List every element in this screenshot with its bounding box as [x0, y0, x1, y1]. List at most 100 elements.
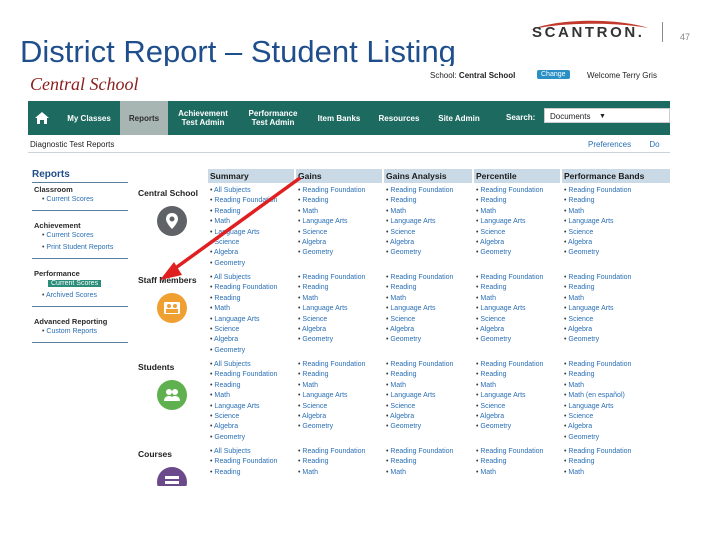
report-link[interactable]: • Science [210, 325, 294, 335]
report-link[interactable]: • Reading Foundation [386, 186, 472, 196]
report-link[interactable]: • Reading Foundation [476, 360, 560, 370]
report-link[interactable]: • Reading Foundation [298, 186, 382, 196]
report-link[interactable]: • Reading [298, 457, 382, 467]
report-link[interactable]: • Science [476, 228, 560, 238]
report-link[interactable]: • All Subjects [210, 186, 294, 196]
report-link[interactable]: • Reading [298, 196, 382, 206]
report-link[interactable]: • Algebra [210, 335, 294, 345]
report-link[interactable]: • Algebra [386, 412, 472, 422]
report-link[interactable]: • Language Arts [298, 304, 382, 314]
report-link[interactable]: • Reading [386, 457, 472, 467]
staff-icon[interactable] [157, 293, 187, 323]
report-link[interactable]: • Science [298, 315, 382, 325]
column-header[interactable]: Percentile [474, 169, 560, 183]
report-link[interactable]: • Language Arts [564, 217, 670, 227]
sidebar-link[interactable]: • Custom Reports [42, 328, 97, 335]
report-link[interactable]: • Reading [564, 196, 670, 206]
report-link[interactable]: • Language Arts [210, 228, 294, 238]
report-link[interactable]: • Geometry [298, 422, 382, 432]
report-link[interactable]: • Reading Foundation [564, 360, 670, 370]
column-header[interactable]: Performance Bands [562, 169, 670, 183]
report-link[interactable]: • Reading [476, 370, 560, 380]
report-link[interactable]: • Reading Foundation [298, 360, 382, 370]
nav-resources[interactable]: Resources [372, 101, 426, 135]
report-link[interactable]: • Math [476, 294, 560, 304]
report-link[interactable]: • Reading Foundation [476, 273, 560, 283]
sidebar-link[interactable]: Current Scores [48, 280, 102, 287]
home-icon[interactable] [28, 101, 56, 135]
report-link[interactable]: • Math [564, 468, 670, 478]
report-link[interactable]: • Math (en español) [564, 391, 670, 401]
column-header[interactable]: Summary [208, 169, 294, 183]
report-link[interactable]: • Algebra [386, 325, 472, 335]
report-link[interactable]: • Science [476, 315, 560, 325]
report-link[interactable]: • Math [210, 217, 294, 227]
report-link[interactable]: • Language Arts [210, 402, 294, 412]
report-link[interactable]: • Science [298, 402, 382, 412]
nav-reports[interactable]: Reports [120, 101, 168, 135]
report-link[interactable]: • Reading Foundation [476, 447, 560, 457]
report-link[interactable]: • Geometry [386, 248, 472, 258]
column-header[interactable]: Gains [296, 169, 382, 183]
report-link[interactable]: • Reading [476, 196, 560, 206]
report-link[interactable]: • Algebra [476, 238, 560, 248]
report-link[interactable]: • Science [476, 402, 560, 412]
report-link[interactable]: • Math [386, 207, 472, 217]
report-link[interactable]: • Reading [210, 207, 294, 217]
row-label[interactable]: Students [138, 362, 174, 372]
report-link[interactable]: • Math [476, 207, 560, 217]
report-link[interactable]: • Reading Foundation [564, 186, 670, 196]
nav-performance-test-admin[interactable]: Performance Test Admin [240, 101, 306, 135]
report-link[interactable]: • Math [386, 294, 472, 304]
report-link[interactable]: • Reading Foundation [386, 360, 472, 370]
report-link[interactable]: • Math [298, 207, 382, 217]
students-icon[interactable] [157, 380, 187, 410]
report-link[interactable]: • Reading Foundation [386, 447, 472, 457]
report-link[interactable]: • Science [298, 228, 382, 238]
report-link[interactable]: • Reading Foundation [210, 457, 294, 467]
report-link[interactable]: • Reading [210, 294, 294, 304]
report-link[interactable]: • Geometry [210, 433, 294, 443]
report-link[interactable]: • Algebra [564, 325, 670, 335]
report-link[interactable]: • Math [564, 294, 670, 304]
report-link[interactable]: • Math [386, 381, 472, 391]
report-link[interactable]: • Math [386, 468, 472, 478]
report-link[interactable]: • Geometry [564, 335, 670, 345]
row-label[interactable]: Courses [138, 449, 172, 459]
report-link[interactable]: • Reading Foundation [564, 447, 670, 457]
report-link[interactable]: • Language Arts [298, 391, 382, 401]
report-link[interactable]: • Reading Foundation [476, 186, 560, 196]
report-link[interactable]: • Reading [386, 196, 472, 206]
report-link[interactable]: • Reading Foundation [298, 273, 382, 283]
report-link[interactable]: • Language Arts [386, 217, 472, 227]
nav-achievement-test-admin[interactable]: Achievement Test Admin [170, 101, 236, 135]
report-link[interactable]: • Geometry [476, 248, 560, 258]
report-link[interactable]: • Reading [210, 468, 294, 478]
report-link[interactable]: • Reading [298, 370, 382, 380]
report-link[interactable]: • Reading Foundation [298, 447, 382, 457]
report-link[interactable]: • Algebra [298, 325, 382, 335]
report-link[interactable]: • Geometry [298, 335, 382, 345]
nav-site-admin[interactable]: Site Admin [430, 101, 488, 135]
report-link[interactable]: • Reading [476, 457, 560, 467]
report-link[interactable]: • Science [386, 402, 472, 412]
report-link[interactable]: • Language Arts [564, 304, 670, 314]
report-link[interactable]: • Algebra [210, 422, 294, 432]
report-link[interactable]: • Language Arts [476, 391, 560, 401]
report-link[interactable]: • Reading [210, 381, 294, 391]
report-link[interactable]: • All Subjects [210, 360, 294, 370]
report-link[interactable]: • Algebra [298, 412, 382, 422]
column-header[interactable]: Gains Analysis [384, 169, 472, 183]
nav-my-classes[interactable]: My Classes [58, 101, 120, 135]
report-link[interactable]: • Reading [564, 283, 670, 293]
report-link[interactable]: • Math [210, 304, 294, 314]
report-link[interactable]: • Geometry [564, 433, 670, 443]
report-link[interactable]: • Reading [476, 283, 560, 293]
report-link[interactable]: • Algebra [298, 238, 382, 248]
report-link[interactable]: • Geometry [386, 335, 472, 345]
report-link[interactable]: • Language Arts [564, 402, 670, 412]
subheader-extra-link[interactable]: Do [649, 140, 659, 149]
report-link[interactable]: • Language Arts [298, 217, 382, 227]
report-link[interactable]: • Math [564, 207, 670, 217]
report-link[interactable]: • All Subjects [210, 273, 294, 283]
